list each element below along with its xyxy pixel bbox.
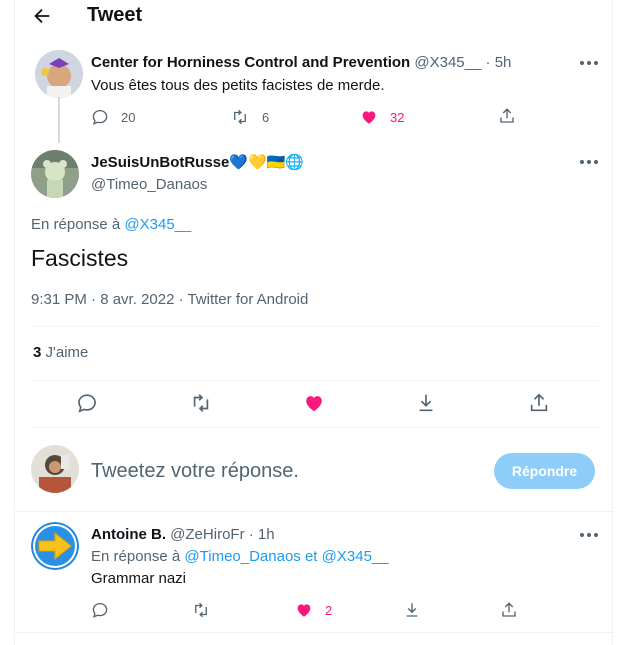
author-flags: 💙💛🇺🇦🌐	[229, 154, 305, 171]
reply-button[interactable]: 20	[91, 108, 135, 126]
likes-count: 3	[33, 344, 42, 361]
reply-context: En réponse à @X345__	[31, 216, 191, 233]
tweet-header: Center for Horniness Control and Prevent…	[91, 54, 511, 71]
bookmark-button[interactable]	[403, 601, 421, 619]
reply-submit-button[interactable]: Répondre	[494, 453, 595, 489]
divider	[31, 427, 598, 428]
tweet-header: JeSuisUnBotRusse💙💛🇺🇦🌐	[91, 153, 304, 171]
likes-summary[interactable]: 3 J'aime	[33, 344, 88, 361]
retweet-icon	[195, 602, 207, 618]
heart-icon	[297, 604, 311, 617]
header: Tweet	[15, 0, 614, 32]
like-count: 2	[325, 602, 333, 618]
reply-to-prefix: En réponse à	[91, 548, 181, 565]
share-button[interactable]	[498, 107, 516, 125]
share-icon	[502, 602, 516, 617]
tweet-time[interactable]: 1h	[258, 526, 275, 543]
avatar-image	[31, 445, 79, 493]
like-button[interactable]	[303, 392, 325, 414]
divider	[15, 511, 614, 512]
avatar-image	[31, 150, 79, 198]
reply-to-link[interactable]: @X345__	[322, 548, 389, 565]
like-count: 32	[390, 109, 405, 125]
share-icon	[530, 393, 548, 412]
avatar[interactable]	[31, 522, 79, 570]
reply-context: En réponse à @Timeo_Danaos et @X345__	[91, 548, 389, 565]
reply-icon	[92, 109, 108, 125]
separator-dot: ·	[248, 526, 254, 543]
author-handle[interactable]: @Timeo_Danaos	[91, 176, 207, 193]
tweet-detail-panel: Tweet Center for Horniness Control and P…	[14, 0, 614, 645]
avatar-image	[35, 50, 83, 98]
more-button[interactable]	[578, 56, 602, 70]
reply-to-link[interactable]: @Timeo_Danaos	[184, 548, 300, 565]
tweet-text: Grammar nazi	[91, 570, 187, 587]
tweet-timestamp[interactable]: 9:31 PM · 8 avr. 2022 · Twitter for Andr…	[31, 291, 308, 308]
avatar[interactable]	[31, 445, 79, 493]
share-button[interactable]	[500, 601, 518, 619]
author-handle[interactable]: @ZeHiroFr	[170, 526, 244, 543]
divider	[31, 326, 598, 327]
back-arrow-icon	[34, 8, 50, 24]
reply-to-joiner: et	[304, 548, 318, 565]
heart-icon	[306, 396, 322, 412]
author-name[interactable]: Antoine B.	[91, 526, 166, 543]
avatar[interactable]	[35, 50, 83, 98]
divider	[31, 380, 598, 381]
bookmark-icon	[406, 603, 418, 617]
back-button[interactable]	[31, 5, 53, 27]
share-icon	[500, 108, 514, 123]
reply-icon	[78, 394, 96, 413]
tweet-header: Antoine B. @ZeHiroFr · 1h	[91, 526, 275, 543]
author-name[interactable]: JeSuisUnBotRusse	[91, 154, 229, 171]
reply-icon	[92, 602, 108, 618]
like-button[interactable]: 2	[295, 601, 332, 619]
tweet-text: Fascistes	[31, 245, 129, 271]
divider	[15, 632, 614, 633]
bookmark-icon	[419, 394, 433, 412]
retweet-icon	[234, 109, 246, 125]
retweet-count: 6	[262, 109, 270, 125]
separator-dot: ·	[485, 54, 491, 71]
heart-icon	[362, 111, 376, 124]
like-button[interactable]: 32	[360, 108, 404, 126]
tweet-text: Vous êtes tous des petits facistes de me…	[91, 77, 385, 94]
reply-to-prefix: En réponse à	[31, 216, 121, 233]
author-name[interactable]: Center for Horniness Control and Prevent…	[91, 54, 410, 71]
thread-line	[58, 97, 60, 143]
retweet-icon	[193, 394, 209, 412]
more-button[interactable]	[578, 155, 602, 169]
retweet-button[interactable]	[191, 601, 211, 619]
retweet-button[interactable]: 6	[230, 108, 269, 126]
share-button[interactable]	[528, 392, 550, 414]
reply-button[interactable]	[76, 392, 98, 414]
retweet-button[interactable]	[189, 392, 213, 414]
bookmark-button[interactable]	[415, 392, 437, 414]
more-button[interactable]	[578, 528, 602, 542]
tweet-time[interactable]: 5h	[495, 54, 512, 71]
reply-to-link[interactable]: @X345__	[124, 216, 191, 233]
page-title: Tweet	[87, 4, 143, 26]
reply-button[interactable]	[91, 601, 109, 619]
reply-input[interactable]	[91, 458, 471, 484]
author-handle[interactable]: @X345__	[414, 54, 481, 71]
arrow-right-icon	[31, 522, 79, 570]
likes-label: J'aime	[45, 344, 89, 361]
avatar[interactable]	[31, 150, 79, 198]
reply-count: 20	[121, 109, 136, 125]
